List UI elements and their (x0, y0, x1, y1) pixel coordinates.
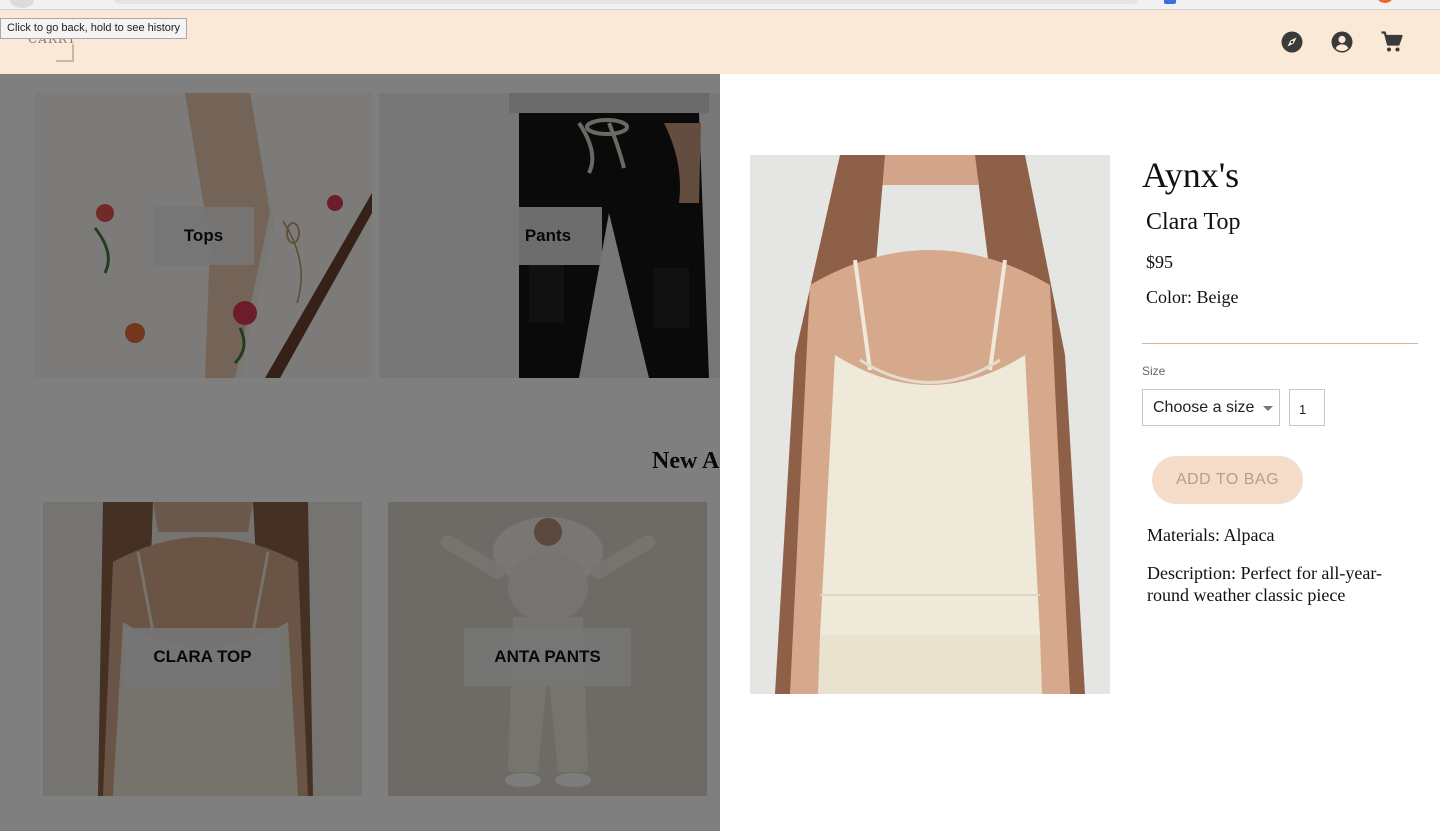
product-image (750, 155, 1110, 694)
chevron-down-icon (1263, 406, 1273, 411)
browser-url-bar[interactable] (114, 0, 1138, 4)
product-label-clara-top[interactable]: CLARA TOP (124, 628, 281, 686)
browser-back-button[interactable] (10, 0, 34, 8)
extension-icon[interactable] (1164, 0, 1176, 4)
product-description: Description: Perfect for all-year-round … (1147, 563, 1383, 605)
quantity-input[interactable]: 1 (1289, 389, 1325, 426)
category-tile-pants[interactable]: Pants (379, 93, 720, 378)
logo-corner-mark (56, 44, 74, 62)
product-materials: Materials: Alpaca (1147, 525, 1275, 545)
category-label-pants[interactable]: Pants (494, 207, 602, 265)
size-select[interactable]: Choose a size (1142, 389, 1280, 426)
size-label: Size (1142, 364, 1166, 378)
add-to-bag-button[interactable]: ADD TO BAG (1152, 456, 1303, 504)
product-label-anta-pants[interactable]: ANTA PANTS (464, 628, 631, 686)
product-tile-clara-top[interactable]: CLARA TOP (43, 502, 362, 796)
header-icons (1280, 30, 1404, 54)
section-heading-new-arrivals: New A (652, 448, 720, 474)
cart-icon[interactable] (1380, 30, 1404, 54)
account-icon[interactable] (1330, 30, 1354, 54)
product-detail-drawer: Aynx's Clara Top $95 Color: Beige Size C… (720, 74, 1440, 831)
compass-icon[interactable] (1280, 30, 1304, 54)
product-name: Clara Top (1146, 209, 1241, 235)
product-tile-anta-pants[interactable]: ANTA PANTS (388, 502, 707, 796)
category-label-tops[interactable]: Tops (153, 207, 254, 265)
back-button-tooltip: Click to go back, hold to see history (0, 18, 188, 39)
site-header: CARRY (0, 10, 1440, 74)
browser-chrome (0, 0, 1440, 10)
product-color: Color: Beige (1146, 287, 1239, 307)
size-select-value: Choose a size (1153, 399, 1255, 416)
background-page: Tops Pants New A CLARA TOP ANTA PANTS (0, 74, 720, 831)
product-brand: Aynx's (1142, 155, 1240, 195)
product-price: $95 (1146, 252, 1173, 272)
section-divider (1142, 343, 1418, 344)
clara-top-model-photo (750, 155, 1110, 694)
category-tile-tops[interactable]: Tops (35, 93, 372, 378)
extension-icon[interactable] (1378, 0, 1392, 3)
